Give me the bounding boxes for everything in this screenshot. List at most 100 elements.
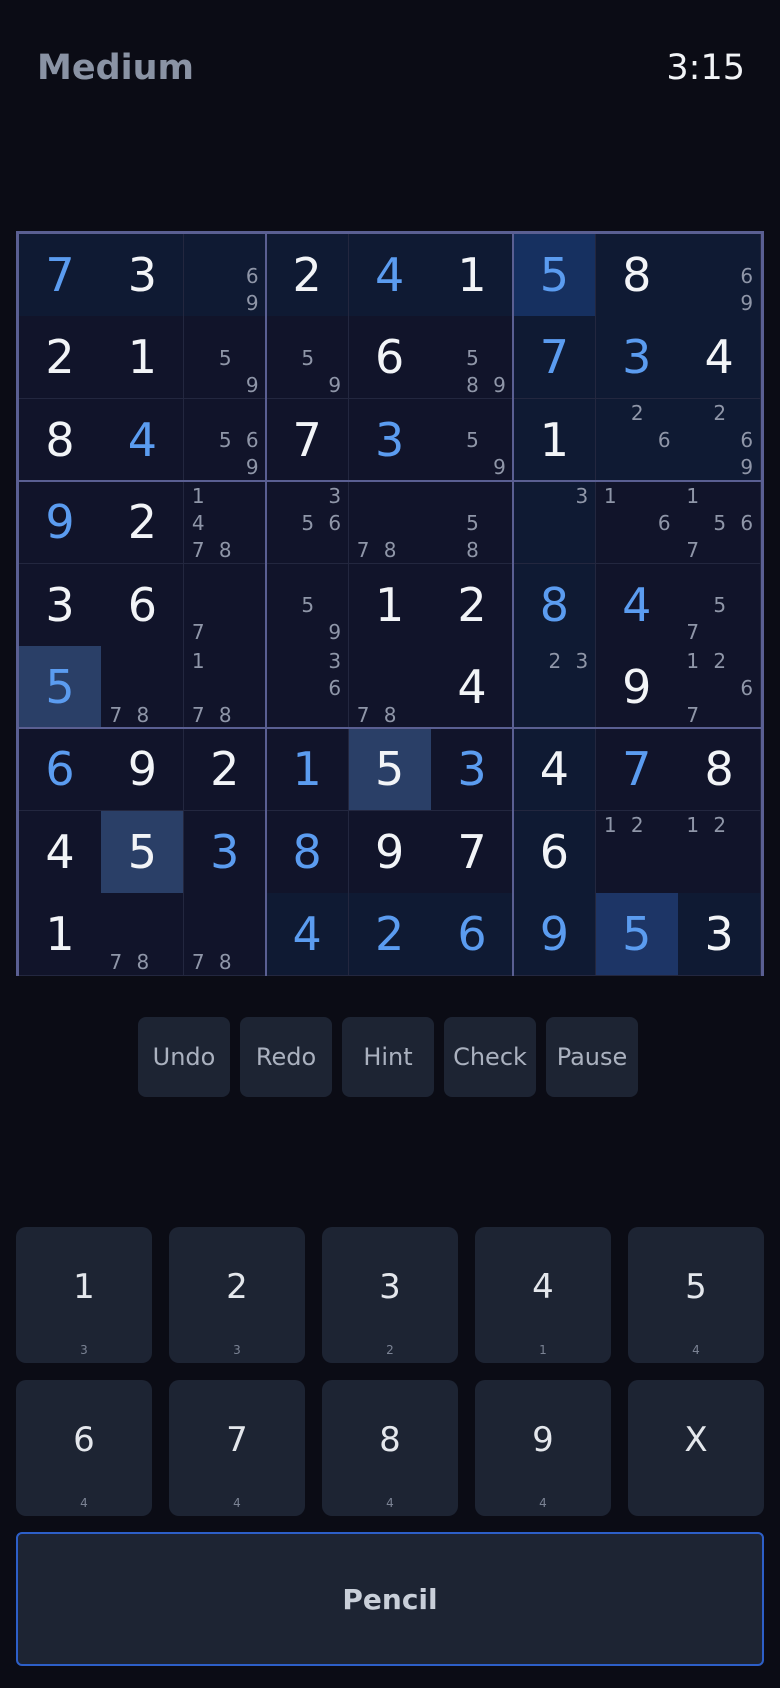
board-cell[interactable]: 9 xyxy=(513,893,597,977)
board-cell[interactable]: 9 xyxy=(595,646,679,729)
board-cell[interactable]: 4 xyxy=(678,316,762,400)
board-cell[interactable]: 2 xyxy=(266,234,350,317)
number-key-3[interactable]: 32 xyxy=(322,1227,458,1363)
board-cell[interactable]: 2 xyxy=(348,893,432,977)
number-key-1[interactable]: 13 xyxy=(16,1227,152,1363)
board-cell[interactable]: 7 xyxy=(595,728,679,812)
board-cell[interactable]: 4 xyxy=(348,234,432,317)
number-key-8[interactable]: 84 xyxy=(322,1380,458,1516)
board-cell[interactable]: 57 xyxy=(678,563,762,647)
board-cell[interactable]: 356 xyxy=(266,481,350,565)
board-cell[interactable]: 126 7 xyxy=(678,646,762,729)
board-cell[interactable]: 16 xyxy=(595,481,679,565)
board-cell[interactable]: 4 xyxy=(431,646,514,729)
board-cell[interactable]: 3 xyxy=(19,563,102,647)
board-cell[interactable]: 7 xyxy=(266,398,350,482)
board-cell[interactable]: 5 xyxy=(513,234,597,317)
board-cell[interactable]: 269 xyxy=(678,398,762,482)
pencil-note: 7 xyxy=(686,620,700,645)
board-cell[interactable]: 59 xyxy=(183,316,267,400)
board-cell[interactable]: 1 xyxy=(19,893,102,977)
board-cell[interactable]: 26 xyxy=(595,398,679,482)
board-cell[interactable]: 59 xyxy=(266,563,350,647)
board-cell[interactable]: 6 xyxy=(19,728,102,812)
board-cell[interactable]: 1567 xyxy=(678,481,762,565)
board-cell[interactable]: 5 xyxy=(101,810,185,894)
board-cell[interactable]: 9 xyxy=(101,728,185,812)
board-cell[interactable]: 589 xyxy=(431,316,514,400)
board-cell[interactable]: 8 xyxy=(678,728,762,812)
erase-key[interactable]: X xyxy=(628,1380,764,1516)
number-key-9[interactable]: 94 xyxy=(475,1380,611,1516)
board-cell[interactable]: 78 xyxy=(348,646,432,729)
board-cell[interactable]: 36 xyxy=(266,646,350,729)
board-cell[interactable]: 3 xyxy=(183,810,267,894)
board-cell[interactable]: 78 xyxy=(348,481,432,565)
board-cell[interactable]: 4 xyxy=(19,810,102,894)
board-cell[interactable]: 78 xyxy=(183,893,267,977)
board-cell[interactable]: 5 xyxy=(348,728,432,812)
board-cell[interactable]: 2 xyxy=(431,563,514,647)
board-cell[interactable]: 8 xyxy=(266,810,350,894)
number-key-5[interactable]: 54 xyxy=(628,1227,764,1363)
board-cell[interactable]: 3 xyxy=(431,728,514,812)
board-cell[interactable]: 1 78 xyxy=(183,646,267,729)
board-cell[interactable]: 1 xyxy=(431,234,514,317)
hint-button[interactable]: Hint xyxy=(342,1017,434,1097)
board-cell[interactable]: 1 xyxy=(348,563,432,647)
number-key-6[interactable]: 64 xyxy=(16,1380,152,1516)
check-button[interactable]: Check xyxy=(444,1017,536,1097)
board-cell[interactable]: 6 xyxy=(513,810,597,894)
board-cell[interactable]: 59 xyxy=(431,398,514,482)
board-cell[interactable]: 12 xyxy=(595,810,679,894)
number-key-2[interactable]: 23 xyxy=(169,1227,305,1363)
board-cell[interactable]: 2 xyxy=(101,481,185,565)
board-cell[interactable]: 3 xyxy=(101,234,185,317)
board-cell[interactable]: 3 xyxy=(595,316,679,400)
board-cell[interactable]: 3 xyxy=(678,893,762,977)
board-cell[interactable]: 78 xyxy=(101,646,185,729)
pencil-note: 3 xyxy=(575,648,589,673)
board-cell[interactable]: 1478 xyxy=(183,481,267,565)
board-cell[interactable]: 7 xyxy=(431,810,514,894)
board-cell[interactable]: 8 xyxy=(19,398,102,482)
board-cell[interactable]: 569 xyxy=(183,398,267,482)
board-cell[interactable]: 1 xyxy=(266,728,350,812)
pause-button[interactable]: Pause xyxy=(546,1017,638,1097)
number-key-7[interactable]: 74 xyxy=(169,1380,305,1516)
board-cell[interactable]: 6 xyxy=(348,316,432,400)
board-cell[interactable]: 69 xyxy=(678,234,762,317)
board-cell[interactable]: 78 xyxy=(101,893,185,977)
number-key-4[interactable]: 41 xyxy=(475,1227,611,1363)
cell-value: 3 xyxy=(374,412,405,467)
pencil-button[interactable]: Pencil xyxy=(16,1532,764,1666)
board-cell[interactable]: 8 xyxy=(513,563,597,647)
board-cell[interactable]: 23 xyxy=(513,646,597,729)
board-cell[interactable]: 7 xyxy=(19,234,102,317)
board-cell[interactable]: 12 xyxy=(678,810,762,894)
board-cell[interactable]: 8 xyxy=(595,234,679,317)
board-cell[interactable]: 6 xyxy=(101,563,185,647)
redo-button[interactable]: Redo xyxy=(240,1017,332,1097)
board-cell[interactable]: 5 xyxy=(595,893,679,977)
board-cell[interactable]: 9 xyxy=(348,810,432,894)
board-cell[interactable]: 4 xyxy=(513,728,597,812)
board-cell[interactable]: 3 xyxy=(513,481,597,565)
board-cell[interactable]: 1 xyxy=(513,398,597,482)
board-cell[interactable]: 4 xyxy=(266,893,350,977)
board-cell[interactable]: 2 xyxy=(19,316,102,400)
board-cell[interactable]: 1 xyxy=(101,316,185,400)
board-cell[interactable]: 69 xyxy=(183,234,267,317)
board-cell[interactable]: 7 xyxy=(513,316,597,400)
undo-button[interactable]: Undo xyxy=(138,1017,230,1097)
board-cell[interactable]: 5 xyxy=(19,646,102,729)
board-cell[interactable]: 4 xyxy=(595,563,679,647)
board-cell[interactable]: 59 xyxy=(266,316,350,400)
board-cell[interactable]: 6 xyxy=(431,893,514,977)
board-cell[interactable]: 2 xyxy=(183,728,267,812)
board-cell[interactable]: 9 xyxy=(19,481,102,565)
board-cell[interactable]: 4 xyxy=(101,398,185,482)
board-cell[interactable]: 7 xyxy=(183,563,267,647)
board-cell[interactable]: 3 xyxy=(348,398,432,482)
board-cell[interactable]: 58 xyxy=(431,481,514,565)
